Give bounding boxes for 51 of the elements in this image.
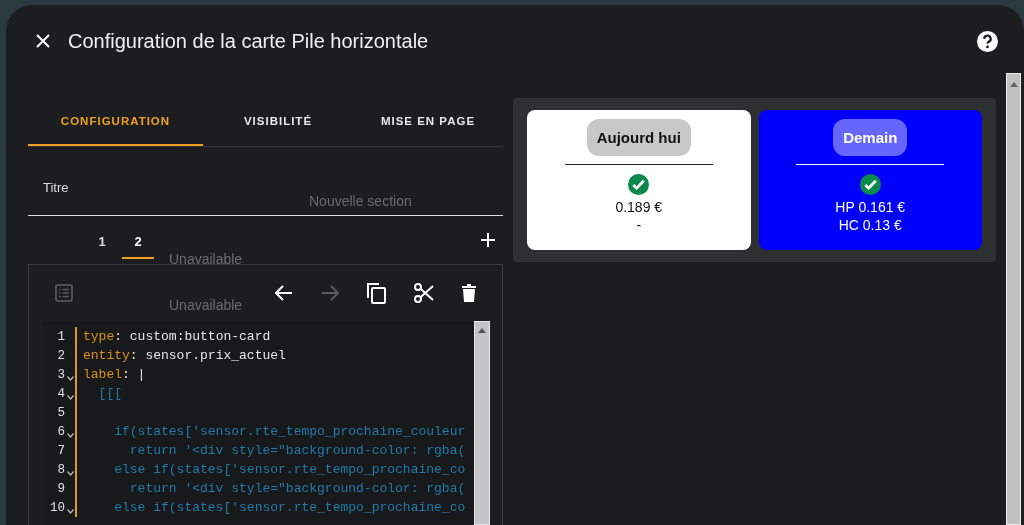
line-number: 1	[57, 329, 65, 344]
code-line: label: |	[83, 367, 146, 382]
background-label: Unavailable	[169, 297, 243, 313]
line-number: 10	[50, 500, 65, 515]
tab[interactable]: CONFIGURATION	[28, 98, 203, 146]
line-number: 9	[57, 481, 65, 496]
code-line: [[[	[97, 386, 122, 401]
code-line: else if(states['sensor.rte_tempo_prochaine_co	[113, 462, 466, 477]
fold-icon[interactable]	[66, 432, 74, 438]
code-line: return '<div style="background-color: rgba(	[128, 481, 466, 496]
fold-icon[interactable]	[66, 375, 74, 381]
code-line: entity: sensor.prix_actuel	[83, 348, 286, 363]
add-icon[interactable]	[481, 233, 495, 247]
fold-icon[interactable]	[66, 508, 74, 514]
line-number: 7	[57, 443, 65, 458]
code-line: else if(states['sensor.rte_tempo_prochaine_co	[113, 500, 466, 515]
check-icon	[628, 174, 650, 195]
undo-icon[interactable]	[275, 285, 293, 301]
card-title: Demain	[833, 119, 908, 156]
tab[interactable]: MISE EN PAGE	[353, 98, 503, 146]
scrollbar[interactable]	[474, 321, 490, 525]
fold-icon[interactable]	[66, 394, 74, 400]
code-line: return '<div style="background-color: rgba(	[128, 443, 466, 458]
line-number: 6	[57, 424, 65, 439]
background-label: Nouvelle section	[309, 193, 412, 209]
line-number: 2	[57, 348, 65, 363]
card-title: Aujourd hui	[586, 119, 691, 156]
dialog-title: Configuration de la carte Pile horizontale	[68, 29, 429, 53]
price-text: -	[636, 216, 642, 234]
check-icon	[859, 174, 881, 195]
fold-icon[interactable]	[66, 470, 74, 476]
line-number: 3	[57, 367, 65, 382]
code-line: type: custom:button-card	[83, 329, 271, 344]
scissors-icon[interactable]	[414, 283, 434, 303]
line-number: 4	[57, 386, 65, 401]
line-number: 8	[57, 462, 65, 477]
price-text: 0.189 €	[615, 198, 663, 216]
card-tab[interactable]: 1	[86, 221, 118, 259]
line-number: 5	[57, 405, 65, 420]
tab[interactable]: VISIBILITÉ	[203, 98, 353, 146]
scroll-up-icon[interactable]	[1009, 82, 1018, 87]
scroll-up-icon[interactable]	[478, 328, 486, 333]
card-tab[interactable]: 2	[122, 221, 154, 259]
delete-icon[interactable]	[462, 284, 476, 302]
price-text: HP 0.161 €	[835, 198, 906, 216]
help-icon[interactable]	[977, 30, 998, 52]
copy-icon[interactable]	[367, 282, 386, 304]
background-label: Unavailable	[169, 251, 243, 267]
price-text: HC 0.13 €	[838, 216, 902, 234]
code-line: if(states['sensor.rte_tempo_prochaine_couleur	[113, 424, 466, 439]
scrollbar[interactable]	[1006, 73, 1021, 525]
